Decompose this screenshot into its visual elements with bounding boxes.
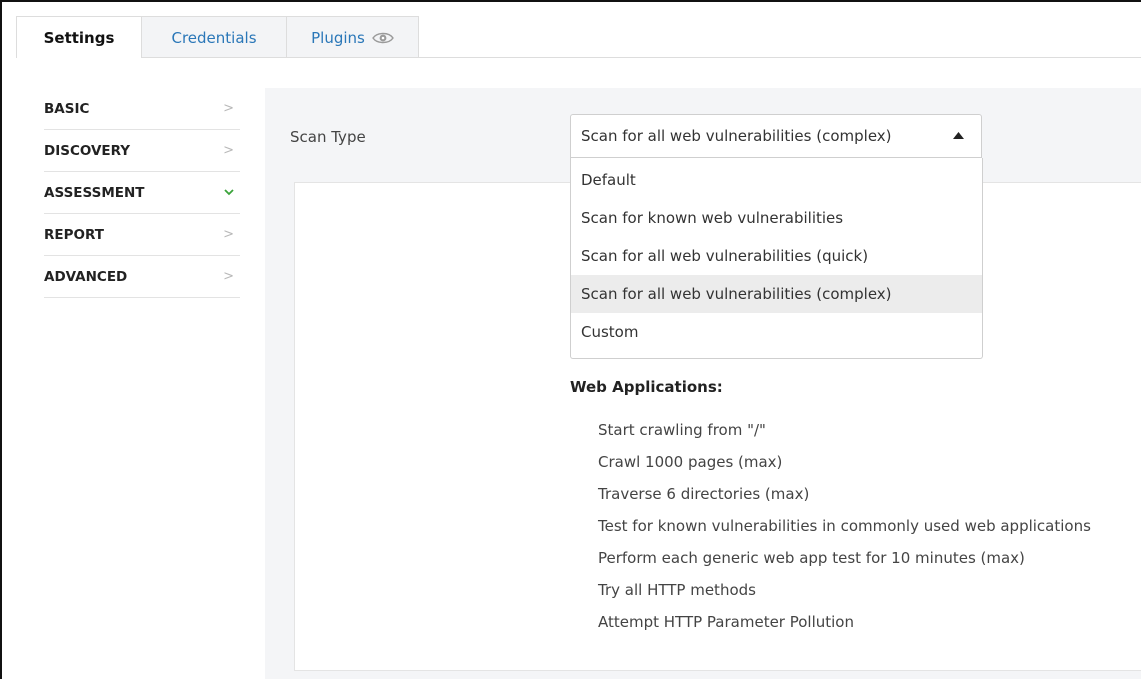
list-item: Test for known vulnerabilities in common… bbox=[598, 517, 1091, 535]
tab-bar: Settings Credentials Plugins bbox=[16, 16, 419, 58]
settings-sidebar: BASIC > DISCOVERY > ASSESSMENT REPORT > … bbox=[44, 88, 240, 298]
tab-plugins[interactable]: Plugins bbox=[287, 16, 419, 58]
dropdown-option-known[interactable]: Scan for known web vulnerabilities bbox=[571, 199, 982, 237]
sidebar-item-advanced[interactable]: ADVANCED > bbox=[44, 256, 240, 298]
scan-type-select[interactable]: Scan for all web vulnerabilities (comple… bbox=[570, 114, 982, 158]
tab-settings-label: Settings bbox=[43, 28, 115, 47]
tab-settings[interactable]: Settings bbox=[16, 16, 142, 58]
chevron-down-icon bbox=[224, 185, 234, 200]
sidebar-item-basic[interactable]: BASIC > bbox=[44, 88, 240, 130]
dropdown-option-complex[interactable]: Scan for all web vulnerabilities (comple… bbox=[571, 275, 982, 313]
chevron-right-icon: > bbox=[223, 143, 234, 158]
scan-type-selected-value: Scan for all web vulnerabilities (comple… bbox=[581, 127, 892, 145]
chevron-right-icon: > bbox=[223, 227, 234, 242]
list-item: Try all HTTP methods bbox=[598, 581, 756, 599]
scan-type-dropdown: Default Scan for known web vulnerabiliti… bbox=[570, 158, 983, 359]
dropdown-option-custom[interactable]: Custom bbox=[571, 313, 982, 351]
scan-type-label: Scan Type bbox=[290, 128, 366, 146]
caret-up-icon bbox=[953, 131, 964, 142]
sidebar-item-assessment[interactable]: ASSESSMENT bbox=[44, 172, 240, 214]
tab-divider bbox=[142, 57, 1141, 58]
list-item: Attempt HTTP Parameter Pollution bbox=[598, 613, 854, 631]
sidebar-item-discovery[interactable]: DISCOVERY > bbox=[44, 130, 240, 172]
list-item: Crawl 1000 pages (max) bbox=[598, 453, 783, 471]
web-applications-list: Start crawling from "/" Crawl 1000 pages… bbox=[598, 414, 1091, 638]
chevron-right-icon: > bbox=[223, 269, 234, 284]
sidebar-item-label: ASSESSMENT bbox=[44, 184, 145, 201]
sidebar-item-label: DISCOVERY bbox=[44, 142, 131, 159]
web-applications-heading: Web Applications: bbox=[570, 378, 723, 396]
sidebar-item-label: ADVANCED bbox=[44, 268, 128, 285]
chevron-right-icon: > bbox=[223, 101, 234, 116]
list-item: Traverse 6 directories (max) bbox=[598, 485, 810, 503]
dropdown-option-default[interactable]: Default bbox=[571, 161, 982, 199]
tab-plugins-label: Plugins bbox=[311, 28, 365, 47]
tab-credentials[interactable]: Credentials bbox=[142, 16, 287, 58]
tab-credentials-label: Credentials bbox=[171, 28, 257, 47]
dropdown-option-quick[interactable]: Scan for all web vulnerabilities (quick) bbox=[571, 237, 982, 275]
list-item: Start crawling from "/" bbox=[598, 421, 766, 439]
sidebar-item-label: REPORT bbox=[44, 226, 104, 243]
sidebar-item-report[interactable]: REPORT > bbox=[44, 214, 240, 256]
sidebar-item-label: BASIC bbox=[44, 100, 90, 117]
eye-icon bbox=[372, 31, 394, 45]
list-item: Perform each generic web app test for 10… bbox=[598, 549, 1025, 567]
